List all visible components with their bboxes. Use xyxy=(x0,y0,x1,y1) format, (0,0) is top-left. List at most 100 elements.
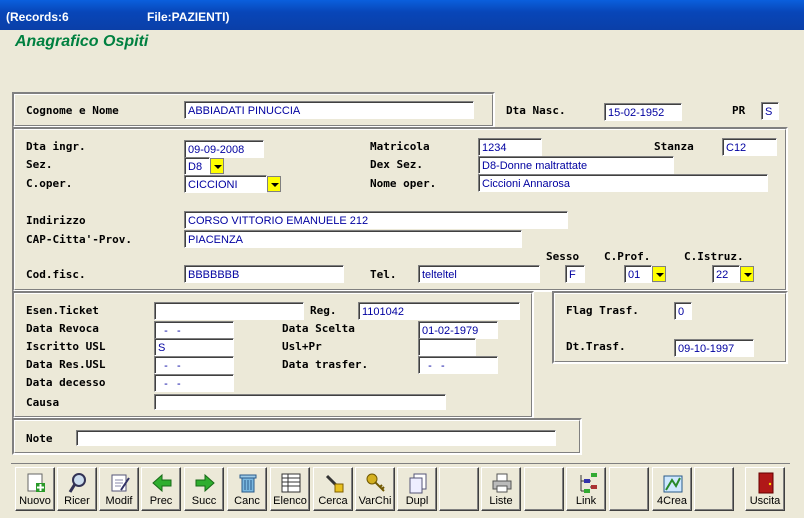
link-button[interactable]: Link xyxy=(566,467,606,511)
records-count: (Records:6 xyxy=(6,10,69,24)
file-name: File:PAZIENTI) xyxy=(147,10,230,24)
reg-label: Reg. xyxy=(310,304,337,317)
prec-button[interactable]: Prec xyxy=(141,467,181,511)
dta-nasc-label: Dta Nasc. xyxy=(506,104,566,117)
stanza-label: Stanza xyxy=(654,140,694,153)
data-decesso-field[interactable]: - - xyxy=(154,374,234,392)
dex-sez-label: Dex Sez. xyxy=(370,158,423,171)
data-scelta-field[interactable]: 01-02-1979 xyxy=(418,321,498,339)
elenco-button[interactable]: Elenco xyxy=(270,467,310,511)
4crea-button[interactable]: 4Crea xyxy=(652,467,692,511)
pr-label: PR xyxy=(732,104,746,117)
keys-icon xyxy=(365,472,387,494)
edit-icon xyxy=(109,472,131,494)
exit-door-icon xyxy=(755,472,777,494)
note-field[interactable] xyxy=(76,430,556,446)
flag-trasf-field[interactable]: 0 xyxy=(674,302,692,320)
duplicate-icon xyxy=(407,472,429,494)
varchi-button[interactable]: VarChi xyxy=(355,467,395,511)
c-oper-dropdown-icon[interactable] xyxy=(267,176,281,192)
modif-button[interactable]: Modif xyxy=(99,467,139,511)
cerca-button[interactable]: Cerca xyxy=(313,467,353,511)
note-label: Note xyxy=(26,432,53,445)
find-icon xyxy=(323,472,345,494)
title-bar: (Records:6 File:PAZIENTI) xyxy=(0,0,804,30)
matricola-field[interactable]: 1234 xyxy=(478,138,542,156)
data-decesso-label: Data decesso xyxy=(26,376,106,389)
dt-trasf-field[interactable]: 09-10-1997 xyxy=(674,339,754,357)
nome-oper-label: Nome oper. xyxy=(370,177,437,190)
dt-trasf-label: Dt.Trasf. xyxy=(566,340,626,353)
cognome-nome-label: Cognome e Nome xyxy=(26,104,119,117)
indirizzo-field[interactable]: CORSO VITTORIO EMANUELE 212 xyxy=(184,211,568,229)
c-oper-field[interactable]: CICCIONI xyxy=(184,175,267,193)
canc-button[interactable]: Canc xyxy=(227,467,267,511)
new-record-icon xyxy=(25,472,47,494)
cod-fisc-field[interactable]: BBBBBBB xyxy=(184,265,344,283)
sesso-field[interactable]: F xyxy=(565,265,585,283)
c-istruz-dropdown-icon[interactable] xyxy=(740,266,754,282)
dta-ingr-field[interactable]: 09-09-2008 xyxy=(184,140,264,158)
data-trasfer-label: Data trasfer. xyxy=(282,358,369,371)
causa-field[interactable] xyxy=(154,394,446,410)
data-revoca-label: Data Revoca xyxy=(26,322,99,335)
c-oper-label: C.oper. xyxy=(26,177,73,190)
printer-icon xyxy=(491,472,513,494)
data-scelta-label: Data Scelta xyxy=(282,322,355,335)
iscritto-usl-field[interactable]: S xyxy=(154,338,234,356)
empty-button-4[interactable] xyxy=(694,467,734,511)
c-istruz-label: C.Istruz. xyxy=(684,250,744,263)
sesso-label: Sesso xyxy=(546,250,580,263)
flag-trasf-label: Flag Trasf. xyxy=(566,304,639,317)
search-icon xyxy=(67,472,89,494)
reg-field[interactable]: 1101042 xyxy=(358,302,520,320)
ricer-button[interactable]: Ricer xyxy=(57,467,97,511)
dta-ingr-label: Dta ingr. xyxy=(26,140,86,153)
tel-label: Tel. xyxy=(370,268,397,281)
matricola-label: Matricola xyxy=(370,140,430,153)
usl-pr-label: Usl+Pr xyxy=(282,340,322,353)
dex-sez-field[interactable]: D8-Donne maltrattate xyxy=(478,156,674,174)
cognome-nome-field[interactable]: ABBIADATI PINUCCIA xyxy=(184,101,474,119)
empty-button-2[interactable] xyxy=(524,467,564,511)
cap-citta-prov-field[interactable]: PIACENZA xyxy=(184,230,522,248)
empty-button-3[interactable] xyxy=(609,467,649,511)
esen-ticket-label: Esen.Ticket xyxy=(26,304,99,317)
c-prof-dropdown-icon[interactable] xyxy=(652,266,666,282)
dupl-button[interactable]: Dupl xyxy=(397,467,437,511)
c-prof-field[interactable]: 01 xyxy=(624,265,652,283)
data-trasfer-field[interactable]: - - xyxy=(418,356,498,374)
liste-button[interactable]: Liste xyxy=(481,467,521,511)
nuovo-button[interactable]: Nuovo xyxy=(15,467,55,511)
sez-field[interactable]: D8 xyxy=(184,157,210,175)
causa-label: Causa xyxy=(26,396,60,409)
trash-icon xyxy=(237,472,259,494)
pr-field[interactable]: S xyxy=(761,102,779,120)
indirizzo-label: Indirizzo xyxy=(26,214,86,227)
empty-button-1[interactable] xyxy=(439,467,479,511)
sez-label: Sez. xyxy=(26,158,53,171)
iscritto-usl-label: Iscritto USL xyxy=(26,340,106,353)
page-title: Anagrafico Ospiti xyxy=(15,33,149,50)
nome-oper-field[interactable]: Ciccioni Annarosa xyxy=(478,174,768,192)
sez-dropdown-icon[interactable] xyxy=(210,158,224,174)
cap-citta-prov-label: CAP-Citta'-Prov. xyxy=(26,233,132,246)
dta-nasc-field[interactable]: 15-02-1952 xyxy=(604,103,682,121)
usl-pr-field[interactable] xyxy=(418,338,476,356)
list-icon xyxy=(280,472,302,494)
stanza-field[interactable]: C12 xyxy=(722,138,777,156)
create-icon xyxy=(662,472,684,494)
data-revoca-field[interactable]: - - xyxy=(154,321,234,339)
arrow-left-icon xyxy=(151,472,173,494)
data-res-usl-label: Data Res.USL xyxy=(26,358,106,371)
data-res-usl-field[interactable]: - - xyxy=(154,356,234,374)
esen-ticket-field[interactable] xyxy=(154,302,304,320)
arrow-right-icon xyxy=(194,472,216,494)
c-istruz-field[interactable]: 22 xyxy=(712,265,740,283)
tree-icon xyxy=(576,472,598,494)
tel-field[interactable]: telteltel xyxy=(418,265,540,283)
succ-button[interactable]: Succ xyxy=(184,467,224,511)
cod-fisc-label: Cod.fisc. xyxy=(26,268,86,281)
uscita-button[interactable]: Uscita xyxy=(745,467,785,511)
c-prof-label: C.Prof. xyxy=(604,250,651,263)
